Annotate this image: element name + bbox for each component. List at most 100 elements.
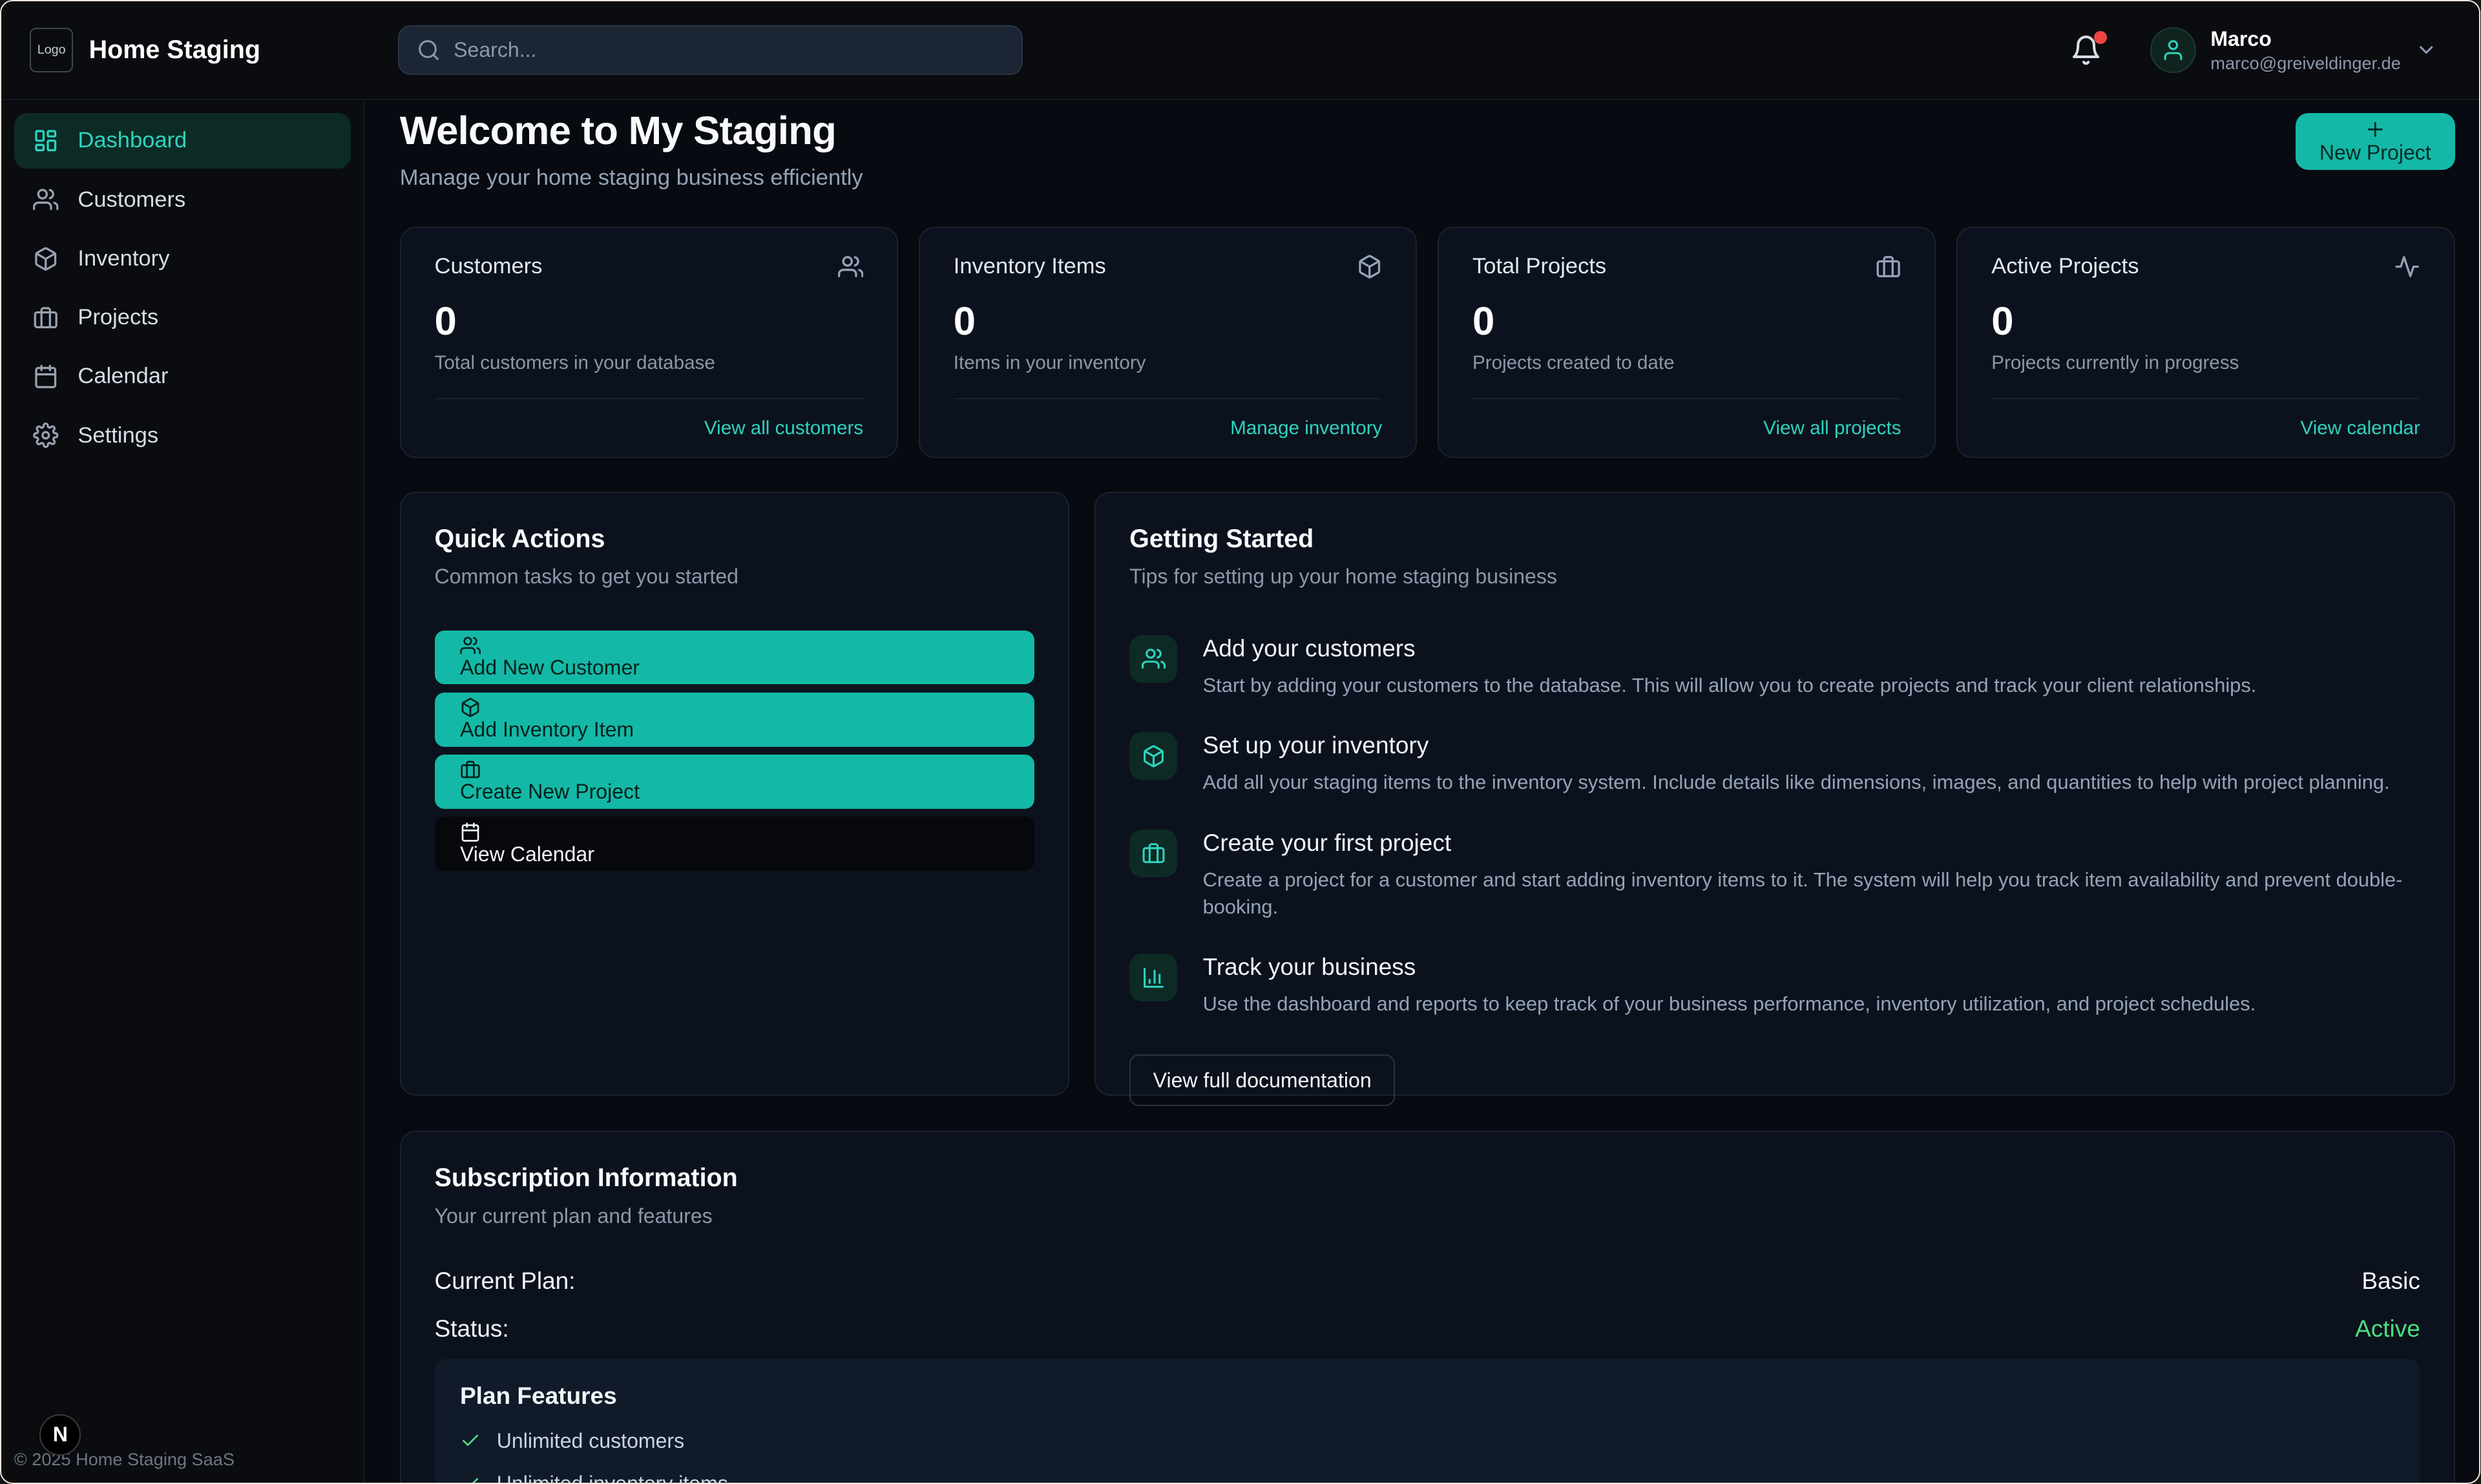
activity-icon <box>2394 254 2420 279</box>
panels-row: Quick Actions Common tasks to get you st… <box>400 492 2455 1096</box>
users-icon <box>33 187 58 212</box>
chevron-down-icon <box>2415 39 2438 61</box>
plan-label: Current Plan: <box>435 1268 576 1295</box>
sidebar-item-label: Calendar <box>78 364 168 389</box>
feature-item: Unlimited customers <box>460 1429 2394 1453</box>
sidebar-item-customers[interactable]: Customers <box>14 172 351 227</box>
view-calendar-link[interactable]: View calendar <box>2300 417 2420 439</box>
app-logo: Logo <box>30 28 73 72</box>
notification-dot <box>2094 31 2107 44</box>
notifications-button[interactable] <box>2070 34 2102 66</box>
step-description: Start by adding your customers to the da… <box>1203 672 2257 699</box>
avatar <box>2150 27 2197 74</box>
getting-started-step: Create your first project Create a proje… <box>1129 830 2420 921</box>
view-calendar-button[interactable]: View Calendar <box>435 817 1035 871</box>
stat-value: 0 <box>954 298 1383 344</box>
view-all-customers-link[interactable]: View all customers <box>704 417 863 439</box>
step-icon-badge <box>1129 954 1177 1001</box>
stat-value: 0 <box>1472 298 1901 344</box>
step-icon-badge <box>1129 732 1177 780</box>
panel-title: Getting Started <box>1129 525 2420 554</box>
view-documentation-button[interactable]: View full documentation <box>1129 1054 1395 1106</box>
topbar: Logo Home Staging Marco marco@greiveldin… <box>1 1 2479 100</box>
feature-item: Unlimited inventory items <box>460 1472 2394 1483</box>
button-label: Create New Project <box>460 780 640 804</box>
sidebar-item-dashboard[interactable]: Dashboard <box>14 113 351 169</box>
briefcase-icon <box>460 759 481 780</box>
plan-features-box: Plan Features Unlimited customers Unlimi… <box>435 1359 2420 1483</box>
sidebar-item-label: Projects <box>78 305 158 330</box>
sidebar-item-label: Customers <box>78 187 185 213</box>
step-title: Track your business <box>1203 954 2256 981</box>
current-plan-row: Current Plan: Basic <box>435 1268 2420 1295</box>
sidebar-item-inventory[interactable]: Inventory <box>14 231 351 286</box>
dashboard-icon <box>33 128 58 153</box>
user-name: Marco <box>2210 26 2400 52</box>
main-content: Welcome to My Staging Manage your home s… <box>364 100 2478 1483</box>
settings-icon <box>33 423 58 448</box>
stat-description: Projects currently in progress <box>1991 352 2420 374</box>
sidebar-item-projects[interactable]: Projects <box>14 289 351 345</box>
status-row: Status: Active <box>435 1315 2420 1343</box>
step-title: Create your first project <box>1203 830 2420 857</box>
sidebar-item-label: Inventory <box>78 246 169 271</box>
button-label: Add Inventory Item <box>460 718 634 742</box>
topbar-right: Marco marco@greiveldinger.de <box>2070 26 2478 74</box>
stat-description: Projects created to date <box>1472 352 1901 374</box>
create-new-project-button[interactable]: Create New Project <box>435 755 1035 809</box>
user-icon <box>2161 38 2185 62</box>
calendar-icon <box>460 822 481 842</box>
search-bar[interactable] <box>398 25 1023 74</box>
stat-description: Total customers in your database <box>435 352 864 374</box>
user-email: marco@greiveldinger.de <box>2210 52 2400 74</box>
stat-value: 0 <box>435 298 864 344</box>
copyright-text: © 2025 Home Staging SaaS <box>14 1449 235 1470</box>
brand: Logo Home Staging <box>1 28 364 72</box>
sidebar-item-settings[interactable]: Settings <box>14 408 351 463</box>
step-description: Create a project for a customer and star… <box>1203 866 2420 921</box>
stat-title: Inventory Items <box>954 254 1106 279</box>
stat-card-active-projects: Active Projects 0 Projects currently in … <box>1956 227 2455 458</box>
features-title: Plan Features <box>460 1383 2394 1410</box>
stat-card-total-projects: Total Projects 0 Projects created to dat… <box>1438 227 1936 458</box>
users-icon <box>838 254 863 279</box>
check-icon <box>460 1474 481 1483</box>
nextjs-dev-badge[interactable]: N <box>39 1414 81 1456</box>
feature-label: Unlimited customers <box>497 1429 684 1453</box>
button-label: View Calendar <box>460 842 594 866</box>
getting-started-panel: Getting Started Tips for setting up your… <box>1094 492 2455 1096</box>
new-project-button[interactable]: New Project <box>2296 113 2455 171</box>
stat-value: 0 <box>1991 298 2420 344</box>
step-title: Add your customers <box>1203 635 2257 662</box>
page-title: Welcome to My Staging <box>400 108 863 154</box>
sidebar-item-calendar[interactable]: Calendar <box>14 349 351 404</box>
panel-subtitle: Your current plan and features <box>435 1204 2420 1228</box>
panel-subtitle: Common tasks to get you started <box>435 565 1035 589</box>
briefcase-icon <box>1876 254 1901 279</box>
package-icon <box>460 697 481 718</box>
panel-title: Subscription Information <box>435 1164 2420 1193</box>
stat-card-inventory: Inventory Items 0 Items in your inventor… <box>919 227 1417 458</box>
status-badge: Active <box>2355 1315 2420 1343</box>
button-label: Add New Customer <box>460 656 640 680</box>
briefcase-icon <box>33 305 58 330</box>
user-menu[interactable]: Marco marco@greiveldinger.de <box>2150 26 2438 74</box>
add-new-customer-button[interactable]: Add New Customer <box>435 631 1035 685</box>
sidebar-item-label: Dashboard <box>78 128 187 153</box>
getting-started-step: Track your business Use the dashboard an… <box>1129 954 2420 1018</box>
search-input[interactable] <box>454 38 1004 62</box>
sidebar-nav: Dashboard Customers Inventory Projects C… <box>1 100 363 476</box>
step-icon-badge <box>1129 830 1177 877</box>
step-icon-badge <box>1129 635 1177 683</box>
manage-inventory-link[interactable]: Manage inventory <box>1230 417 1382 439</box>
check-icon <box>460 1430 481 1451</box>
page-subtitle: Manage your home staging business effici… <box>400 165 863 191</box>
add-inventory-item-button[interactable]: Add Inventory Item <box>435 693 1035 747</box>
view-all-projects-link[interactable]: View all projects <box>1763 417 1901 439</box>
stat-title: Total Projects <box>1472 254 1606 279</box>
step-title: Set up your inventory <box>1203 732 2390 759</box>
user-info: Marco marco@greiveldinger.de <box>2210 26 2400 74</box>
feature-label: Unlimited inventory items <box>497 1472 728 1483</box>
package-icon <box>33 246 58 271</box>
stat-title: Customers <box>435 254 543 279</box>
